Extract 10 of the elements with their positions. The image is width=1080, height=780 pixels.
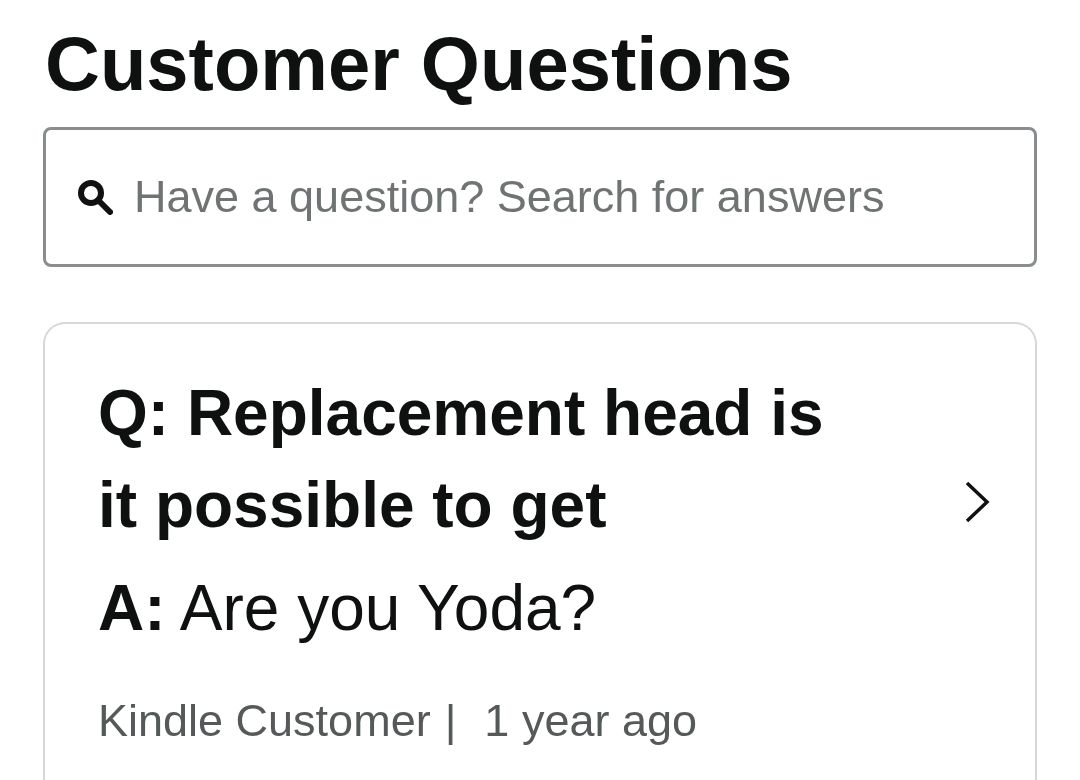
author-name: Kindle Customer	[98, 694, 431, 749]
chevron-right-icon	[964, 480, 990, 525]
separator-text: |	[444, 694, 457, 749]
question-text: Q: Replacement head is it possible to get	[98, 376, 825, 544]
answer-date: 1 year ago	[484, 694, 697, 749]
page-title: Customer Questions	[45, 20, 794, 108]
search-icon	[77, 179, 113, 216]
search-field[interactable]: Have a question? Search for answers	[43, 127, 1037, 268]
question-card[interactable]: Q: Replacement head is it possible to get A: Are you Yoda? Kindle Customer | 1 year ago	[43, 322, 1037, 780]
answer-text: A: Are you Yoda?	[98, 571, 598, 647]
